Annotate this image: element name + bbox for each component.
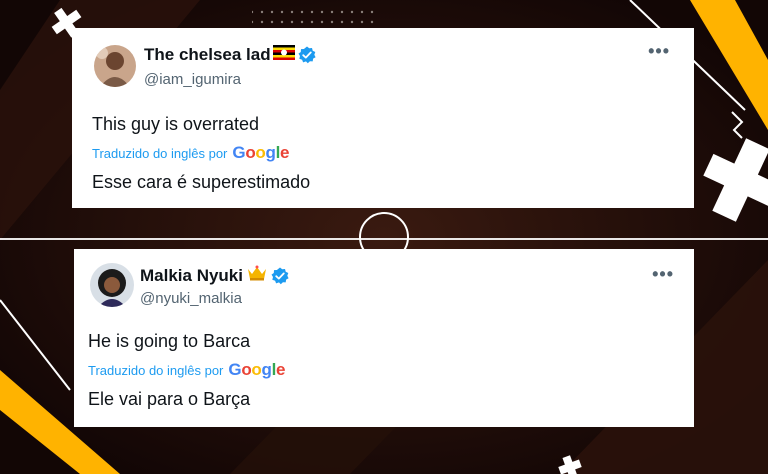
crown-icon: [247, 265, 267, 286]
author-handle[interactable]: @nyuki_malkia: [140, 290, 242, 307]
verified-badge-icon: [271, 267, 289, 285]
translation-label: Traduzido do inglês por: [88, 363, 224, 378]
tweet-translated-text: Ele vai para o Barça: [88, 389, 251, 409]
tweet-card[interactable]: Malkia Nyuki @nyuki_malkia ••• He is goi…: [74, 249, 694, 427]
tweet-translated-text: Esse cara é superestimado: [92, 172, 311, 192]
avatar[interactable]: [90, 263, 134, 307]
google-logo: Google: [228, 360, 286, 379]
verified-badge-icon: [298, 46, 316, 64]
more-horizontal-icon[interactable]: •••: [648, 42, 670, 60]
translation-attribution[interactable]: Traduzido do inglês por Google: [88, 360, 286, 380]
google-logo: Google: [232, 143, 290, 162]
translation-attribution[interactable]: Traduzido do inglês por Google: [92, 143, 290, 163]
more-horizontal-icon[interactable]: •••: [652, 265, 674, 283]
translation-label: Traduzido do inglês por: [92, 146, 228, 161]
tweet-original-text: This guy is overrated: [92, 114, 260, 134]
avatar[interactable]: [94, 45, 136, 87]
author-handle[interactable]: @iam_igumira: [144, 71, 241, 88]
author-name[interactable]: The chelsea lad: [144, 45, 271, 65]
uganda-flag-icon: [272, 45, 295, 65]
tweet-card[interactable]: The chelsea lad @iam_igumira ••• This gu…: [72, 28, 694, 208]
tweet-original-text: He is going to Barca: [88, 331, 251, 351]
author-name[interactable]: Malkia Nyuki: [140, 266, 243, 286]
